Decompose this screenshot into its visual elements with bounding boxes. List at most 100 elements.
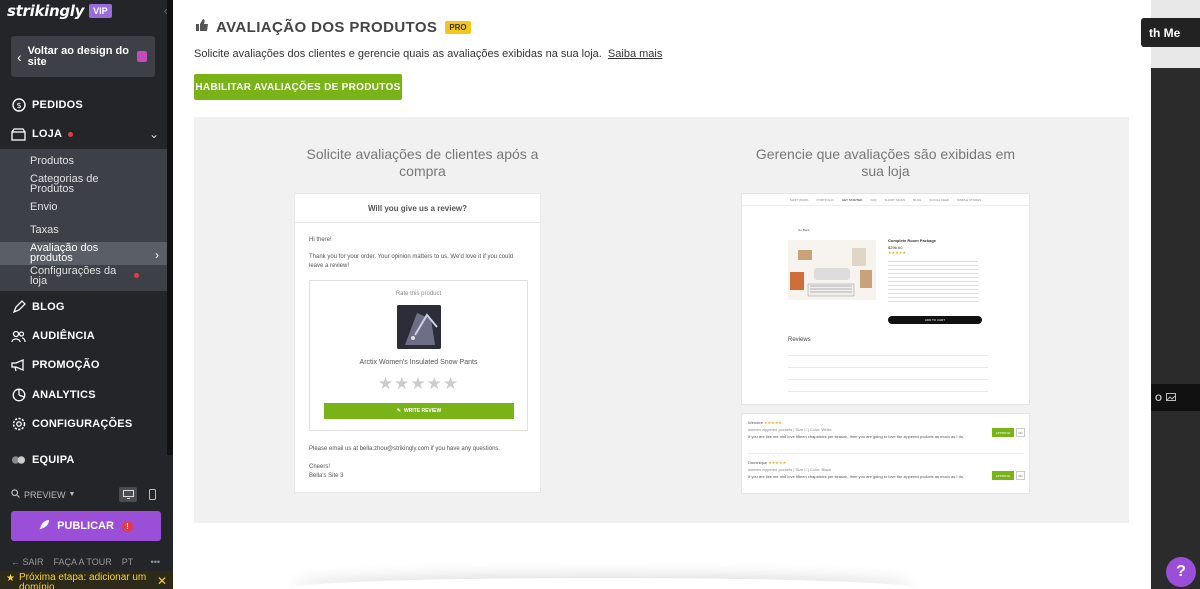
pencil-icon: ✎ xyxy=(396,408,401,414)
review-meta: women zippered pockets | Size L | Color:… xyxy=(748,427,832,432)
approve-button[interactable]: APPROVE xyxy=(992,471,1014,480)
write-review-button[interactable]: ✎ WRITE REVIEW xyxy=(324,403,514,419)
shop-nav-item: SHORT SIGNS xyxy=(884,197,906,202)
caret-down-icon[interactable]: ▼ xyxy=(69,491,76,498)
nav-blog[interactable]: BLOG xyxy=(0,292,173,322)
review-email-mockup: Will you give us a review? Hi there! Tha… xyxy=(294,193,541,493)
nav-configuracoes[interactable]: CONFIGURAÇÕES xyxy=(0,409,173,439)
site-preview-button: th Me xyxy=(1141,18,1200,47)
strikingly-logo[interactable]: strikingly xyxy=(7,2,84,20)
tour-link[interactable]: FAÇA A TOUR xyxy=(54,557,112,567)
vip-badge: VIP xyxy=(89,4,112,18)
submenu-taxas[interactable]: Taxas xyxy=(30,225,59,236)
nav-analytics-label: ANALYTICS xyxy=(32,389,96,401)
sair-label: SAIR xyxy=(22,557,44,567)
learn-more-link[interactable]: Saiba mais xyxy=(608,48,662,60)
description-text: Solicite avaliações dos clientes e geren… xyxy=(194,48,602,60)
publish-button[interactable]: PUBLICAR ! xyxy=(11,511,161,541)
nav-loja[interactable]: LOJA ⌄ xyxy=(0,119,173,149)
dollar-icon: $ xyxy=(11,98,26,113)
rocket-icon xyxy=(39,519,50,533)
email-greeting: Hi there! xyxy=(309,237,332,243)
next-step-banner[interactable]: ★ Próxima etapa: adicionar um domínio ✕ xyxy=(0,571,173,589)
nav-configuracoes-label: CONFIGURAÇÕES xyxy=(32,418,133,430)
language-link[interactable]: PT xyxy=(122,557,134,567)
nav-audiencia[interactable]: AUDIÊNCIA xyxy=(0,321,173,351)
approve-button[interactable]: APPROVE xyxy=(992,428,1014,437)
shop-nav-item: SOCIAL FEED xyxy=(929,197,950,202)
submenu-envio[interactable]: Envio xyxy=(30,202,58,213)
review-meta: women zippered pockets | Size L | Color:… xyxy=(748,467,832,472)
preview-row: PREVIEW ▼ xyxy=(11,487,161,502)
help-button[interactable]: ? xyxy=(1166,557,1196,587)
mobile-icon[interactable] xyxy=(143,487,161,502)
review-author: Dominique ★★★★★ xyxy=(748,460,786,465)
email-contact: Please email us at bella.zhou@strikingly… xyxy=(309,446,501,452)
product-name: Arctix Women's Insulated Snow Pants xyxy=(359,359,478,366)
review-lines xyxy=(788,349,988,397)
nav-equipa[interactable]: EQUIPA xyxy=(0,445,173,475)
nav-equipa-label: EQUIPA xyxy=(32,454,75,466)
megaphone-icon xyxy=(11,358,26,373)
enable-reviews-button[interactable]: HABILITAR AVALIAÇÕES DE PRODUTOS xyxy=(194,74,402,100)
rate-product-box: Rate this product Arctix Women's Insulat… xyxy=(309,280,528,431)
rating-stars[interactable]: ★★★★★ xyxy=(310,374,527,394)
config-alert-dot xyxy=(134,273,139,278)
thumbs-up-icon xyxy=(195,18,209,37)
pen-icon xyxy=(11,300,26,315)
pro-badge: PRO xyxy=(445,21,471,34)
shop-nav-item: SHIFT WORK xyxy=(789,197,809,202)
email-signoff: Cheers! xyxy=(309,464,331,470)
shop-nav-item: PORTFOLIO xyxy=(816,197,834,202)
more-options-button[interactable]: ••• xyxy=(1016,428,1025,437)
review-author-name: Wendee xyxy=(748,420,763,425)
gear-icon xyxy=(11,417,26,432)
left-column-title: Solicite avaliações de clientes após a c… xyxy=(306,146,539,179)
preview-dropdown[interactable]: PREVIEW xyxy=(24,490,66,500)
review-text: If you are like me and love fifteen chap… xyxy=(748,474,965,479)
users-icon xyxy=(11,329,26,344)
sair-link[interactable]: ← SAIR xyxy=(11,557,44,567)
more-options-button[interactable]: ••• xyxy=(1016,471,1025,480)
nav-promocao-label: PROMOÇÃO xyxy=(32,359,100,371)
right-column-title: Gerencie que avaliações são exibidas em … xyxy=(755,146,1016,179)
nav-blog-label: BLOG xyxy=(32,301,65,313)
product-stars: ★★★★★ xyxy=(888,250,906,255)
email-body: Thank you for your order. Your opinion m… xyxy=(309,254,514,269)
design-icon xyxy=(137,51,147,62)
desktop-icon[interactable] xyxy=(119,487,137,502)
nav-pedidos[interactable]: $ PEDIDOS xyxy=(0,90,173,120)
nav-promocao[interactable]: PROMOÇÃO xyxy=(0,350,173,380)
email-signature: Bella's Site 3 xyxy=(309,473,344,479)
chevron-down-icon[interactable]: ⌄ xyxy=(149,127,159,141)
next-section-edge xyxy=(293,578,913,589)
review-author: Wendee ★★★★★ xyxy=(748,420,782,425)
chevron-left-icon: ‹ xyxy=(17,48,22,65)
shop-page-mockup: SHIFT WORK PORTFOLIO GET STARTED FAQ SHO… xyxy=(741,193,1030,405)
exit-arrow-icon: ← xyxy=(11,557,23,567)
svg-text:$: $ xyxy=(16,101,21,110)
submenu-categorias[interactable]: Categorias de Produtos xyxy=(30,174,130,195)
shop-back-link: Go Back xyxy=(798,228,810,232)
product-reviews-panel: AVALIAÇÃO DOS PRODUTOS PRO Solicite aval… xyxy=(173,0,1151,589)
back-to-design-button[interactable]: ‹ Voltar ao design do site xyxy=(11,36,155,77)
nav-analytics[interactable]: ANALYTICS xyxy=(0,380,173,410)
warning-icon: ! xyxy=(121,520,133,532)
next-step-text: Próxima etapa: adicionar um domínio xyxy=(18,572,147,589)
review-author-name: Dominique xyxy=(748,460,768,465)
review-stars: ★★★★★ xyxy=(768,460,787,465)
submenu-produtos[interactable]: Produtos xyxy=(30,156,74,167)
logo-row: strikingly VIP ‹ xyxy=(0,0,173,22)
team-icon xyxy=(11,453,26,468)
search-icon xyxy=(11,489,20,500)
submenu-avaliacao[interactable]: Avaliação dos produtos xyxy=(30,243,130,264)
close-icon[interactable]: ✕ xyxy=(157,574,167,588)
room-image xyxy=(788,240,876,300)
nav-pedidos-label: PEDIDOS xyxy=(32,99,83,111)
pie-chart-icon xyxy=(11,388,26,403)
add-to-cart-button: ADD TO CART xyxy=(888,316,982,324)
chevron-right-icon: › xyxy=(155,248,159,262)
more-menu[interactable]: ••• xyxy=(151,557,160,567)
star-icon: ★ xyxy=(6,573,15,584)
submenu-configuracoes-loja[interactable]: Configurações da loja xyxy=(30,266,130,287)
